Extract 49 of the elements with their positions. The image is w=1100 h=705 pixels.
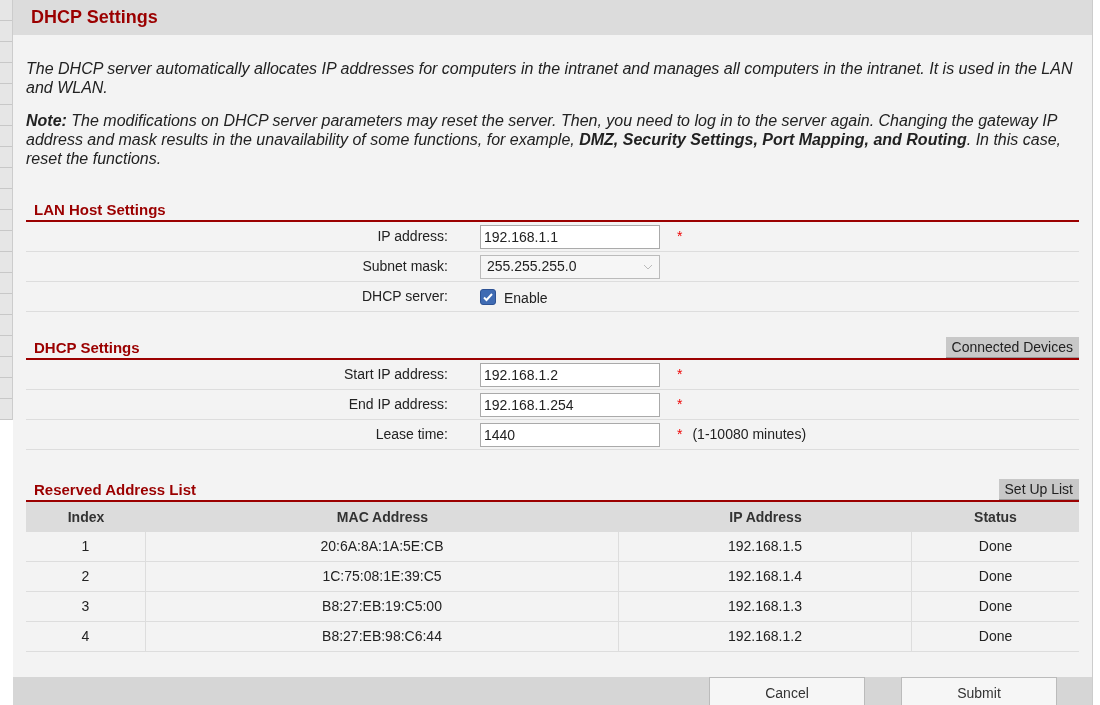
field-label: DHCP server: — [360, 287, 448, 306]
table-cell: 2 — [26, 562, 146, 591]
field-label: Start IP address: — [343, 365, 448, 384]
table-cell: B8:27:EB:98:C6:44 — [146, 622, 619, 651]
section-title: LAN Host Settings — [33, 200, 166, 220]
required-mark: * — [677, 227, 683, 246]
table-cell-text: Done — [977, 537, 1014, 556]
field-label: End IP address: — [347, 395, 448, 414]
table-cell: 192.168.1.3 — [619, 592, 912, 621]
column-header: IP Address — [728, 507, 803, 527]
column-header: Index — [66, 507, 106, 527]
table-cell-text: Done — [977, 597, 1014, 616]
table-cell: 192.168.1.4 — [619, 562, 912, 591]
table-cell: 192.168.1.2 — [619, 622, 912, 651]
table-cell: 20:6A:8A:1A:5E:CB — [146, 532, 619, 561]
intro-text: The DHCP server automatically allocates IP addresses for computers in the intranet and manages all computers in the intranet. It is used in the LAN and WLAN. — [26, 59, 1074, 97]
note-text: Note: The modifications on DHCP server parameters may reset the server. Then, you need to log in to the server again. Changing the gateway IP address and mask results in the unavailability of some functions, for example, DMZ, Security Settings, Port Mapping, and Routing. In this case, reset the functions. — [26, 111, 1062, 168]
checkbox-label: Enable — [504, 288, 548, 308]
field-label: Lease time: — [374, 425, 448, 444]
footer-button[interactable]: Cancel — [709, 677, 865, 705]
table-cell-text: Done — [977, 627, 1014, 646]
section-action-button[interactable]: Set Up List — [998, 479, 1079, 500]
checkbox[interactable] — [480, 288, 496, 305]
section-title: DHCP Settings — [33, 338, 140, 358]
text-input-field[interactable]: 1440 — [480, 422, 660, 447]
select-field[interactable]: 255.255.255.0 — [480, 254, 660, 279]
field-label: Subnet mask: — [361, 257, 448, 276]
column-header: MAC Address — [335, 507, 430, 527]
footer-button[interactable]: Submit — [901, 677, 1057, 705]
section-title: Reserved Address List — [33, 480, 196, 500]
text-input-field[interactable]: 192.168.1.2 — [480, 362, 660, 387]
table-cell: 4 — [26, 622, 146, 651]
table-cell: B8:27:EB:19:C5:00 — [146, 592, 619, 621]
table-cell: 3 — [26, 592, 146, 621]
required-mark: * — [677, 395, 683, 414]
required-mark: * — [677, 365, 683, 384]
column-header: Status — [973, 507, 1018, 527]
table-cell: 1C:75:08:1E:39:C5 — [146, 562, 619, 591]
page-title: DHCP Settings — [31, 6, 158, 29]
field-hint: (1-10080 minutes) — [692, 425, 807, 444]
table-cell: 1 — [26, 532, 146, 561]
table-cell-text: Done — [977, 567, 1014, 586]
section-action-button[interactable]: Connected Devices — [945, 337, 1079, 358]
field-label: IP address: — [376, 227, 448, 246]
required-mark: * — [677, 425, 683, 444]
table-cell: 192.168.1.5 — [619, 532, 912, 561]
text-input-field[interactable]: 192.168.1.254 — [480, 392, 660, 417]
text-input-field[interactable]: 192.168.1.1 — [480, 224, 660, 249]
chevron-down-icon — [643, 263, 653, 270]
